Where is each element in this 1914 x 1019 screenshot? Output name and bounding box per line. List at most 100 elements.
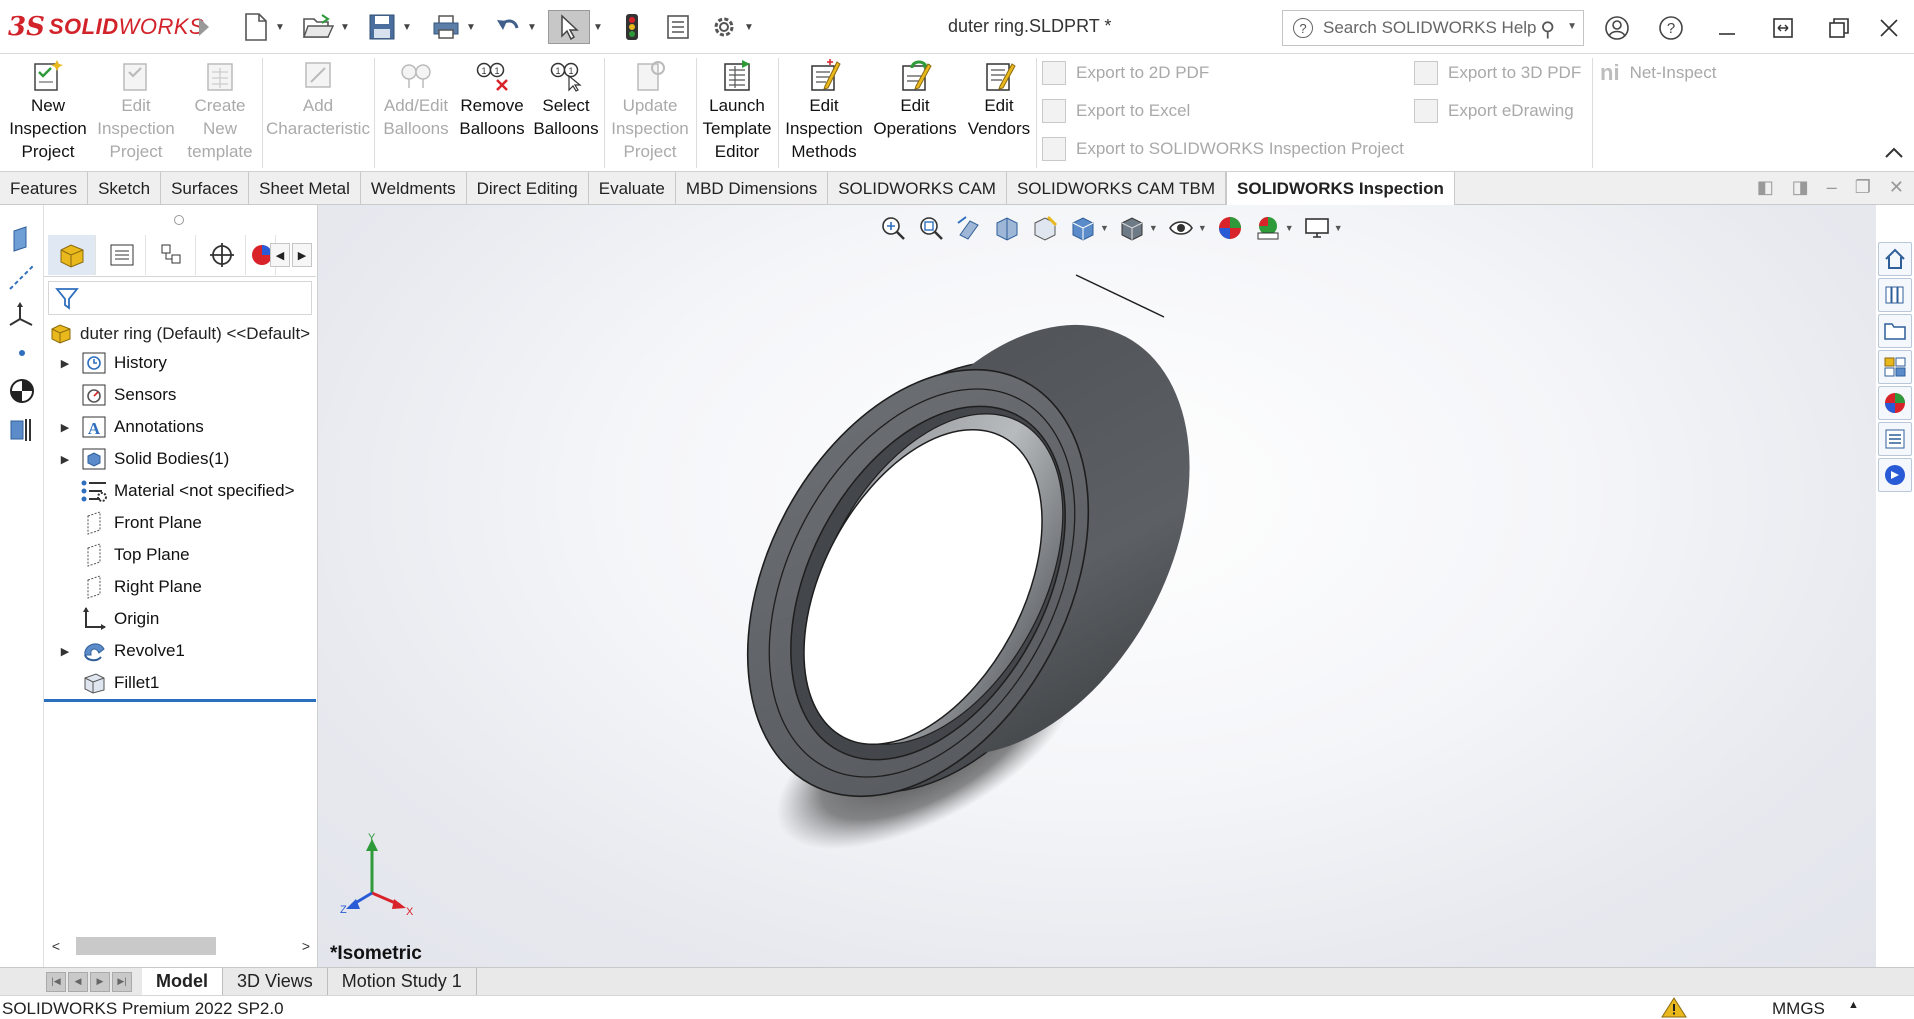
expand-arrow-icon[interactable]: ▶ — [56, 453, 74, 466]
tile-right-icon[interactable]: ◨ — [1792, 177, 1809, 198]
scroll-right-icon[interactable]: ▶ — [292, 243, 312, 267]
tab-weldments[interactable]: Weldments — [361, 172, 467, 205]
edit-inspection-methods-button[interactable]: Edit Inspection Methods — [782, 58, 866, 168]
prev-tab-icon[interactable]: ◀ — [68, 971, 88, 992]
tree-horizontal-scrollbar[interactable]: < > — [48, 935, 314, 957]
export-edrawing-button[interactable]: Export eDrawing — [1414, 96, 1574, 126]
launch-template-editor-button[interactable]: Launch Template Editor — [700, 58, 774, 168]
tree-item-sensors[interactable]: Sensors — [44, 380, 176, 410]
select-tool-button[interactable] — [548, 10, 590, 44]
file-properties-button[interactable] — [662, 10, 694, 44]
remove-balloons-button[interactable]: 11 Remove Balloons — [456, 58, 528, 168]
tree-item-front-plane[interactable]: Front Plane — [44, 508, 202, 538]
create-new-template-button[interactable]: Create New template — [182, 58, 258, 168]
new-document-button[interactable]: ▼ — [240, 10, 288, 44]
configurationmanager-tab[interactable] — [148, 235, 196, 275]
export-excel-button[interactable]: Export to Excel — [1042, 96, 1190, 126]
edit-operations-button[interactable]: Edit Operations — [870, 58, 960, 168]
user-account-button[interactable] — [1600, 12, 1634, 44]
update-inspection-project-button[interactable]: Update Inspection Project — [610, 58, 690, 168]
coordinate-system-icon[interactable] — [8, 301, 36, 329]
print-button[interactable]: ▼ — [428, 10, 480, 44]
new-inspection-project-button[interactable]: New Inspection Project — [4, 58, 92, 168]
options-button[interactable]: ▼ — [706, 10, 758, 44]
panel-grip-icon[interactable] — [174, 215, 184, 225]
tree-item-revolve1[interactable]: ▶ Revolve1 — [44, 636, 185, 666]
tab-3d-views[interactable]: 3D Views — [223, 967, 328, 996]
tab-surfaces[interactable]: Surfaces — [161, 172, 250, 205]
tab-features[interactable]: Features — [0, 172, 89, 205]
tree-item-origin[interactable]: Origin — [44, 604, 159, 634]
tab-model[interactable]: Model — [142, 967, 223, 996]
tab-solidworks-cam[interactable]: SOLIDWORKS CAM — [828, 172, 1007, 205]
tab-solidworks-inspection[interactable]: SOLIDWORKS Inspection — [1226, 172, 1455, 205]
scroll-track[interactable] — [64, 937, 298, 955]
tab-motion-study-1[interactable]: Motion Study 1 — [328, 967, 477, 996]
featuremanager-tab[interactable] — [48, 235, 96, 275]
tree-item-material[interactable]: Material <not specified> — [44, 476, 295, 506]
close-window-button[interactable] — [1872, 12, 1906, 44]
custom-properties-tab[interactable] — [1878, 422, 1912, 456]
dimxpertmanager-tab[interactable] — [198, 235, 246, 275]
maximize-window-button[interactable] — [1822, 12, 1856, 44]
3dexperience-marketplace-tab[interactable] — [1878, 458, 1912, 492]
tab-evaluate[interactable]: Evaluate — [589, 172, 676, 205]
center-of-mass-icon[interactable] — [8, 377, 36, 405]
instant3d-icon[interactable] — [8, 415, 36, 443]
select-balloons-button[interactable]: 11 Select Balloons — [530, 58, 602, 168]
tab-direct-editing[interactable]: Direct Editing — [467, 172, 589, 205]
tree-item-history[interactable]: ▶ History — [44, 348, 167, 378]
view-palette-tab[interactable] — [1878, 350, 1912, 384]
export-2d-pdf-button[interactable]: Export to 2D PDF — [1042, 58, 1209, 88]
rollback-bar[interactable] — [44, 699, 316, 702]
tab-solidworks-cam-tbm[interactable]: SOLIDWORKS CAM TBM — [1007, 172, 1227, 205]
tree-item-annotations[interactable]: ▶ A Annotations — [44, 412, 204, 442]
solidworks-logo[interactable]: 3S SOLIDWORKS — [8, 12, 204, 42]
graphics-area[interactable]: ▼ ▼ ▼ ▼ ▼ Y X Z *Isometric — [318, 205, 1876, 967]
search-icon[interactable]: ⚲ — [1540, 17, 1555, 42]
doc-close-icon[interactable]: ✕ — [1889, 177, 1904, 198]
point-tool-icon[interactable] — [8, 339, 36, 367]
last-tab-icon[interactable]: ▶| — [112, 971, 132, 992]
undo-button[interactable]: ▼ — [490, 10, 542, 44]
tree-item-top-plane[interactable]: Top Plane — [44, 540, 190, 570]
open-button[interactable]: ▼ — [300, 10, 352, 44]
outer-ring-model[interactable] — [318, 205, 1876, 967]
propertymanager-tab[interactable] — [98, 235, 146, 275]
tree-item-solid-bodies[interactable]: ▶ Solid Bodies(1) — [44, 444, 229, 474]
scroll-left-icon[interactable]: ◀ — [270, 243, 290, 267]
tab-sheet-metal[interactable]: Sheet Metal — [249, 172, 361, 205]
plane-tool-icon[interactable] — [8, 225, 36, 253]
net-inspect-button[interactable]: ni Net-Inspect — [1600, 58, 1717, 88]
edit-vendors-button[interactable]: Edit Vendors — [964, 58, 1034, 168]
expand-arrow-icon[interactable]: ▶ — [56, 357, 74, 370]
appearances-tab[interactable] — [1878, 386, 1912, 420]
search-input[interactable]: Search SOLIDWORKS Help — [1323, 18, 1537, 38]
restore-window-button[interactable] — [1766, 12, 1800, 44]
rebuild-warning-icon[interactable] — [1660, 996, 1690, 1018]
add-characteristic-button[interactable]: Add Characteristic — [266, 58, 370, 168]
help-button[interactable]: ? — [1654, 12, 1688, 44]
export-sw-inspection-button[interactable]: Export to SOLIDWORKS Inspection Project — [1042, 134, 1404, 164]
search-dropdown-icon[interactable]: ▼ — [1567, 21, 1577, 32]
design-library-tab[interactable] — [1878, 278, 1912, 312]
file-explorer-tab[interactable] — [1878, 314, 1912, 348]
doc-minimize-icon[interactable]: – — [1827, 177, 1837, 198]
collapse-ribbon-icon[interactable] — [1884, 142, 1904, 165]
select-dropdown-arrow[interactable]: ▼ — [590, 10, 606, 44]
tree-filter[interactable] — [48, 281, 312, 315]
rebuild-button[interactable] — [618, 10, 646, 44]
expand-arrow-icon[interactable]: ▶ — [56, 421, 74, 434]
tab-sketch[interactable]: Sketch — [88, 172, 162, 205]
tile-left-icon[interactable]: ◧ — [1757, 177, 1774, 198]
help-search-box[interactable]: ? Search SOLIDWORKS Help ⚲ ▼ — [1282, 10, 1584, 46]
scroll-thumb[interactable] — [76, 937, 216, 955]
save-button[interactable]: ▼ — [364, 10, 416, 44]
scroll-right-arrow-icon[interactable]: > — [298, 938, 314, 954]
unit-system[interactable]: MMGS — [1772, 999, 1825, 1019]
scroll-left-arrow-icon[interactable]: < — [48, 938, 64, 954]
expand-arrow-icon[interactable]: ▶ — [56, 645, 74, 658]
tree-root-part[interactable]: duter ring (Default) <<Default> — [50, 321, 316, 347]
expand-menu-arrow-icon[interactable] — [192, 10, 216, 44]
minimize-window-button[interactable] — [1710, 12, 1744, 44]
